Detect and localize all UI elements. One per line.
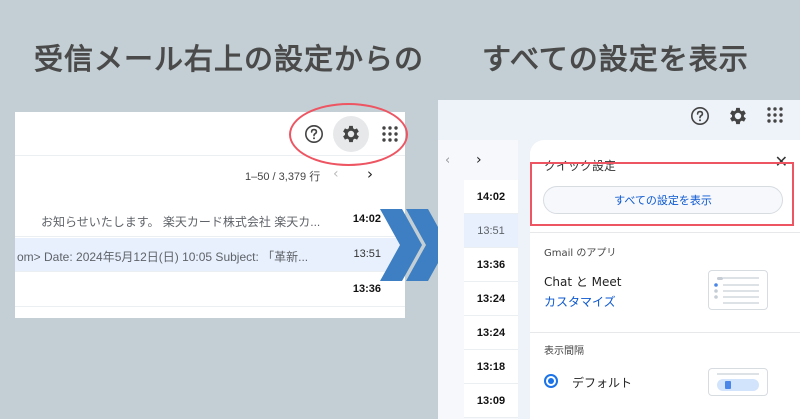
apps-section-label: Gmail のアプリ xyxy=(544,248,617,259)
email-time[interactable]: 13:36 xyxy=(464,248,518,282)
customize-link[interactable]: カスタマイズ xyxy=(544,293,616,310)
chat-meet-thumbnail xyxy=(708,270,768,310)
email-row[interactable]: お知らせいたします。 楽天カード株式会社 楽天カ... 14:02 xyxy=(15,203,405,237)
email-time[interactable]: 13:09 xyxy=(464,384,518,418)
email-list-narrow: ‹ › 14:02 13:51 13:36 13:24 13:24 13:18 … xyxy=(438,140,518,419)
email-time[interactable]: 14:02 xyxy=(464,180,518,214)
email-row[interactable]: 13:36 xyxy=(15,273,405,307)
email-row[interactable]: om> Date: 2024年5月12日(日) 10:05 Subject: 「… xyxy=(15,238,405,272)
chevron-right-icon[interactable]: › xyxy=(367,165,373,183)
divider xyxy=(530,332,800,333)
default-density-thumbnail xyxy=(708,368,768,396)
divider xyxy=(530,232,800,233)
default-density-label: デフォルト xyxy=(572,376,633,390)
gmail-quick-settings: ‹ › 14:02 13:51 13:36 13:24 13:24 13:18 … xyxy=(438,100,800,419)
default-density-radio[interactable] xyxy=(544,374,558,388)
chat-meet-label: Chat と Meet xyxy=(544,275,622,289)
headline-right: すべての設定を表示 xyxy=(482,42,749,76)
density-section-label: 表示間隔 xyxy=(544,346,584,357)
chevron-right-icon[interactable]: › xyxy=(476,152,482,168)
email-time-column: 14:02 13:51 13:36 13:24 13:24 13:18 13:0… xyxy=(464,180,518,418)
chevron-left-icon[interactable]: ‹ xyxy=(445,153,450,168)
email-snippet: お知らせいたします。 楽天カード株式会社 楽天カ... xyxy=(41,215,321,229)
email-time[interactable]: 13:24 xyxy=(464,316,518,350)
email-time[interactable]: 13:24 xyxy=(464,282,518,316)
email-time[interactable]: 13:18 xyxy=(464,350,518,384)
email-snippet: om> Date: 2024年5月12日(日) 10:05 Subject: 「… xyxy=(17,250,309,264)
highlight-rectangle xyxy=(530,162,794,226)
email-time[interactable]: 13:51 xyxy=(464,214,518,248)
gear-icon[interactable] xyxy=(724,102,752,130)
pager-text: 1–50 / 3,379 行 xyxy=(245,171,321,183)
help-icon[interactable] xyxy=(688,104,712,128)
chevron-left-icon[interactable]: ‹ xyxy=(333,166,339,182)
highlight-ellipse xyxy=(289,103,408,166)
apps-grid-icon[interactable] xyxy=(764,104,786,126)
headline-left: 受信メール右上の設定からの xyxy=(34,42,425,76)
